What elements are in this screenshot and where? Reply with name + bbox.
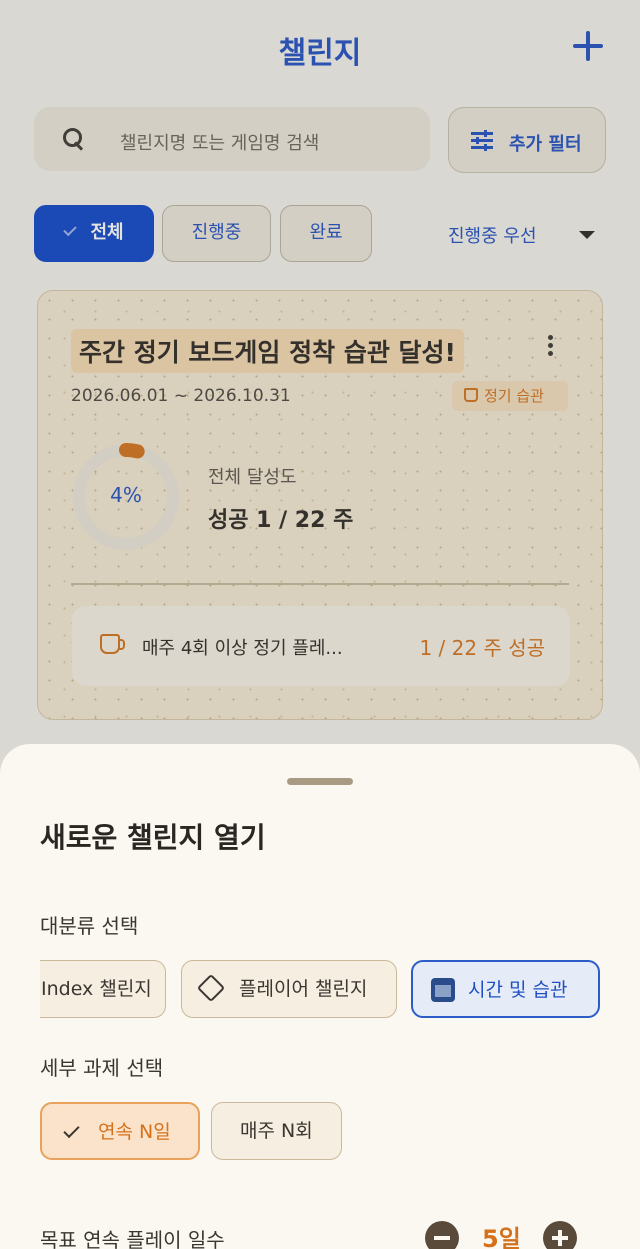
handshake-icon (196, 973, 226, 1003)
task-weekly-count[interactable]: 매주 N회 (211, 1102, 342, 1160)
task-weekly-count-label: 매주 N회 (240, 1120, 313, 1142)
category-index[interactable]: Index 챌린지 (40, 960, 166, 1018)
category-row: Index 챌린지 플레이어 챌린지 시간 및 습관 (40, 960, 640, 1020)
goal-value: 5일 (482, 1225, 521, 1249)
task-section-label: 세부 과제 선택 (40, 1056, 164, 1080)
sheet-drag-handle[interactable] (287, 778, 353, 785)
check-icon (63, 1121, 80, 1139)
sheet-title: 새로운 챌린지 열기 (40, 821, 266, 854)
category-time-habit-label: 시간 및 습관 (468, 979, 568, 1001)
calendar-icon (431, 978, 455, 1002)
category-section-label: 대분류 선택 (40, 914, 139, 938)
category-player[interactable]: 플레이어 챌린지 (181, 960, 397, 1018)
increment-button[interactable] (543, 1221, 577, 1249)
decrement-button[interactable] (425, 1221, 459, 1249)
task-streak-days-label: 연속 N일 (98, 1121, 171, 1143)
category-index-label: Index 챌린지 (41, 978, 152, 1000)
category-time-habit[interactable]: 시간 및 습관 (411, 960, 600, 1018)
new-challenge-sheet: 새로운 챌린지 열기 대분류 선택 Index 챌린지 플레이어 챌린지 시간 … (0, 744, 640, 1249)
goal-label: 목표 연속 플레이 일수 (40, 1228, 225, 1249)
task-streak-days[interactable]: 연속 N일 (40, 1102, 200, 1160)
category-player-label: 플레이어 챌린지 (239, 978, 368, 1000)
